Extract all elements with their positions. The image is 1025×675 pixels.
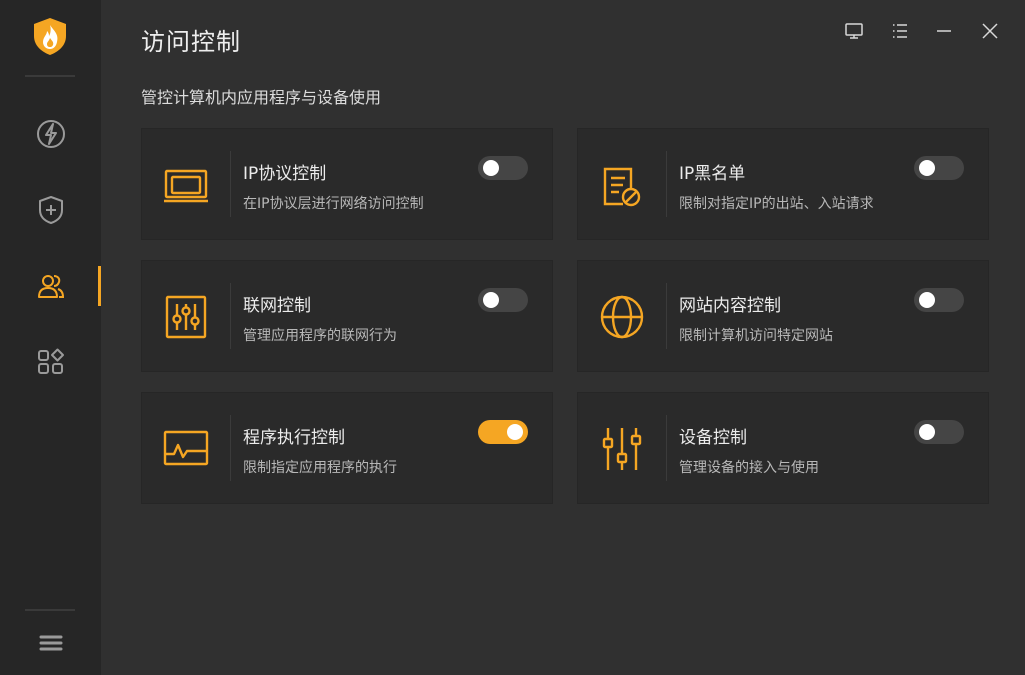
menu-list-button[interactable] [888,19,912,43]
card-description: 管理设备的接入与使用 [679,460,819,476]
card-divider [666,151,667,217]
card-device-control: 设备控制 管理设备的接入与使用 [577,392,989,504]
sidebar-divider-top [25,75,75,77]
toggle-ip-protocol-control[interactable] [478,156,528,180]
hamburger-menu-icon [39,635,62,651]
users-icon [37,275,64,298]
card-title: IP协议控制 [243,164,327,184]
card-title: IP黑名单 [679,164,746,184]
card-ip-protocol-control: IP协议控制 在IP协议层进行网络访问控制 [141,128,553,240]
globe-icon [600,295,644,339]
toggle-device-control[interactable] [914,420,964,444]
toggle-website-content-control[interactable] [914,288,964,312]
document-block-icon [603,167,641,207]
card-title: 网站内容控制 [679,296,781,316]
sidebar-item-speedup[interactable] [0,104,101,164]
toggle-knob [507,424,523,440]
card-description: 在IP协议层进行网络访问控制 [243,196,424,212]
card-divider [230,415,231,481]
card-description: 限制对指定IP的出站、入站请求 [679,196,874,212]
sliders-box-icon [165,295,207,339]
sidebar-divider-bottom [25,609,75,611]
card-title: 程序执行控制 [243,428,345,448]
equalizer-icon [602,428,642,470]
page-subtitle: 管控计算机内应用程序与设备使用 [141,88,382,107]
sidebar-item-protection[interactable] [0,180,101,240]
card-divider [666,415,667,481]
toggle-knob [919,160,935,176]
menu-list-icon [893,24,907,38]
apps-icon [37,348,64,374]
card-description: 限制指定应用程序的执行 [243,460,397,476]
card-description: 限制计算机访问特定网站 [679,328,833,344]
flame-shield-logo [34,18,66,55]
activity-window-icon [163,430,209,466]
card-network-control: 联网控制 管理应用程序的联网行为 [141,260,553,372]
close-button[interactable] [978,19,1002,43]
lightning-icon [36,120,65,148]
active-indicator [98,266,101,306]
sidebar-item-toolbox[interactable] [0,332,101,392]
card-divider [666,283,667,349]
toggle-knob [919,424,935,440]
card-program-execution-control: 程序执行控制 限制指定应用程序的执行 [141,392,553,504]
laptop-icon [164,169,208,203]
card-title: 设备控制 [679,428,747,448]
sidebar [0,0,101,675]
card-divider [230,283,231,349]
shield-plus-icon [38,196,63,224]
toggle-network-control[interactable] [478,288,528,312]
toggle-knob [919,292,935,308]
toggle-ip-blacklist[interactable] [914,156,964,180]
toggle-program-execution-control[interactable] [478,420,528,444]
card-description: 管理应用程序的联网行为 [243,328,397,344]
card-ip-blacklist: IP黑名单 限制对指定IP的出站、入站请求 [577,128,989,240]
toggle-knob [483,292,499,308]
screen-icon [845,23,863,39]
toggle-knob [483,160,499,176]
minimize-button[interactable] [932,19,956,43]
card-title: 联网控制 [243,296,311,316]
sidebar-item-access-control[interactable] [0,256,101,316]
close-icon [982,23,998,39]
minimize-icon [937,30,951,32]
card-divider [230,151,231,217]
screen-button[interactable] [842,19,866,43]
page-title: 访问控制 [141,28,241,56]
sidebar-menu-button[interactable] [0,613,101,673]
card-website-content-control: 网站内容控制 限制计算机访问特定网站 [577,260,989,372]
